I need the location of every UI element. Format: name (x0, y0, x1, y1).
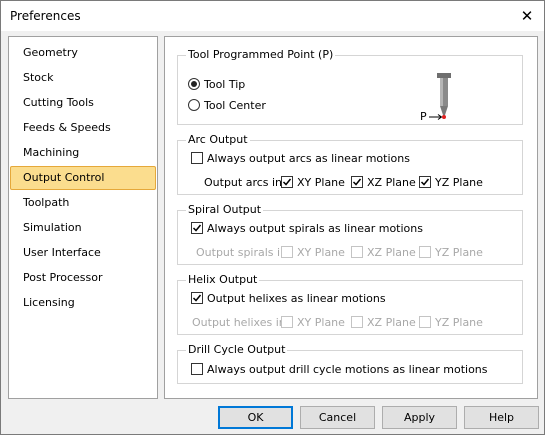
checkbox[interactable] (191, 292, 203, 304)
group-legend: Drill Cycle Output (186, 343, 288, 357)
checkbox[interactable] (191, 222, 203, 234)
sidebar-item-stock[interactable]: Stock (10, 66, 156, 90)
arc-xz-plane-checkbox[interactable]: XZ Plane (351, 174, 416, 190)
helix-xz-plane-checkbox[interactable]: XZ Plane (351, 314, 416, 330)
radio-selected-dot (191, 81, 197, 87)
checkmark-icon (192, 294, 202, 302)
apply-button[interactable]: Apply (382, 406, 457, 429)
checkbox[interactable] (281, 176, 293, 188)
sidebar-item-label: Geometry (23, 46, 78, 59)
sidebar-item-label: Output Control (23, 171, 105, 184)
checkbox-label: Always output spirals as linear motions (207, 221, 423, 235)
sidebar-item-feeds-speeds[interactable]: Feeds & Speeds (10, 116, 156, 140)
title-bar: Preferences ✕ (1, 1, 544, 31)
sidebar-item-label: Machining (23, 146, 80, 159)
checkmark-icon (352, 178, 362, 186)
radio-tool-center[interactable]: Tool Center (188, 97, 266, 113)
checkbox-label: XZ Plane (367, 175, 416, 189)
radio-label: Tool Tip (204, 77, 246, 91)
checkbox[interactable] (281, 246, 293, 258)
sidebar-item-geometry[interactable]: Geometry (10, 41, 156, 65)
settings-panel: Tool Programmed Point (P) Tool Tip Tool … (164, 36, 538, 399)
helix-xy-plane-checkbox[interactable]: XY Plane (281, 314, 345, 330)
checkbox-label: YZ Plane (435, 315, 483, 329)
checkmark-icon (282, 178, 292, 186)
checkbox-label: Always output arcs as linear motions (207, 151, 410, 165)
drill-cycle-output-group: Drill Cycle Output Always output drill c… (177, 343, 523, 384)
sidebar-item-output-control[interactable]: Output Control (10, 166, 156, 190)
checkbox[interactable] (419, 316, 431, 328)
sidebar-item-licensing[interactable]: Licensing (10, 291, 156, 315)
help-button[interactable]: Help (464, 406, 539, 429)
sidebar-item-label: Cutting Tools (23, 96, 94, 109)
cancel-button[interactable]: Cancel (300, 406, 375, 429)
arcs-planes-label: Output arcs in: (204, 175, 286, 189)
checkbox[interactable] (191, 152, 203, 164)
checkbox[interactable] (419, 176, 431, 188)
arc-output-group: Arc Output Always output arcs as linear … (177, 133, 523, 195)
group-legend: Tool Programmed Point (P) (186, 48, 336, 62)
helix-output-group: Helix Output Output helixes as linear mo… (177, 273, 523, 335)
sidebar-item-label: Toolpath (23, 196, 70, 209)
checkbox[interactable] (191, 363, 203, 375)
tool-icon (429, 73, 451, 120)
tool-point-diagram: P (420, 73, 458, 128)
group-legend: Spiral Output (186, 203, 264, 217)
radio-button[interactable] (188, 99, 200, 111)
helixes-linear-checkbox[interactable]: Output helixes as linear motions (191, 290, 386, 306)
checkbox-label: XZ Plane (367, 245, 416, 259)
close-icon[interactable]: ✕ (510, 1, 544, 31)
tip-point-label: P (420, 110, 427, 123)
sidebar-item-post-processor[interactable]: Post Processor (10, 266, 156, 290)
radio-tool-tip[interactable]: Tool Tip (188, 76, 245, 92)
checkbox-label: YZ Plane (435, 245, 483, 259)
checkbox-label: YZ Plane (435, 175, 483, 189)
spiral-yz-plane-checkbox[interactable]: YZ Plane (419, 244, 483, 260)
checkbox-label: XZ Plane (367, 315, 416, 329)
checkbox-label: XY Plane (297, 175, 345, 189)
always-drill-cycle-checkbox[interactable]: Always output drill cycle motions as lin… (191, 361, 488, 377)
sidebar-item-machining[interactable]: Machining (10, 141, 156, 165)
spiral-output-group: Spiral Output Always output spirals as l… (177, 203, 523, 265)
checkbox[interactable] (351, 246, 363, 258)
spirals-planes-label: Output spirals in: (196, 245, 291, 259)
always-arcs-checkbox[interactable]: Always output arcs as linear motions (191, 150, 410, 166)
sidebar-item-label: Simulation (23, 221, 82, 234)
checkmark-icon (420, 178, 430, 186)
checkbox[interactable] (281, 316, 293, 328)
spiral-xz-plane-checkbox[interactable]: XZ Plane (351, 244, 416, 260)
sidebar-item-label: Stock (23, 71, 54, 84)
checkbox-label: XY Plane (297, 315, 345, 329)
sidebar-item-cutting-tools[interactable]: Cutting Tools (10, 91, 156, 115)
checkmark-icon (192, 224, 202, 232)
checkbox[interactable] (419, 246, 431, 258)
checkbox-label: Always output drill cycle motions as lin… (207, 362, 488, 376)
group-legend: Helix Output (186, 273, 260, 287)
sidebar-item-toolpath[interactable]: Toolpath (10, 191, 156, 215)
arc-xy-plane-checkbox[interactable]: XY Plane (281, 174, 345, 190)
sidebar-item-label: User Interface (23, 246, 101, 259)
category-list: Geometry Stock Cutting Tools Feeds & Spe… (8, 36, 158, 399)
group-legend: Arc Output (186, 133, 250, 147)
always-spirals-checkbox[interactable]: Always output spirals as linear motions (191, 220, 423, 236)
helixes-planes-label: Output helixes in: (192, 315, 290, 329)
sidebar-item-simulation[interactable]: Simulation (10, 216, 156, 240)
radio-button[interactable] (188, 78, 200, 90)
preferences-dialog: Preferences ✕ Geometry Stock Cutting Too… (0, 0, 545, 435)
checkbox-label: Output helixes as linear motions (207, 291, 386, 305)
ok-button[interactable]: OK (218, 406, 293, 429)
sidebar-item-label: Feeds & Speeds (23, 121, 111, 134)
spiral-xy-plane-checkbox[interactable]: XY Plane (281, 244, 345, 260)
sidebar-item-label: Post Processor (23, 271, 103, 284)
helix-yz-plane-checkbox[interactable]: YZ Plane (419, 314, 483, 330)
sidebar-item-label: Licensing (23, 296, 75, 309)
tool-point-group: Tool Programmed Point (P) Tool Tip Tool … (177, 48, 523, 128)
checkbox-label: XY Plane (297, 245, 345, 259)
sidebar-item-user-interface[interactable]: User Interface (10, 241, 156, 265)
checkbox[interactable] (351, 176, 363, 188)
checkbox[interactable] (351, 316, 363, 328)
window-title: Preferences (10, 9, 81, 23)
arc-yz-plane-checkbox[interactable]: YZ Plane (419, 174, 483, 190)
radio-label: Tool Center (204, 98, 266, 112)
